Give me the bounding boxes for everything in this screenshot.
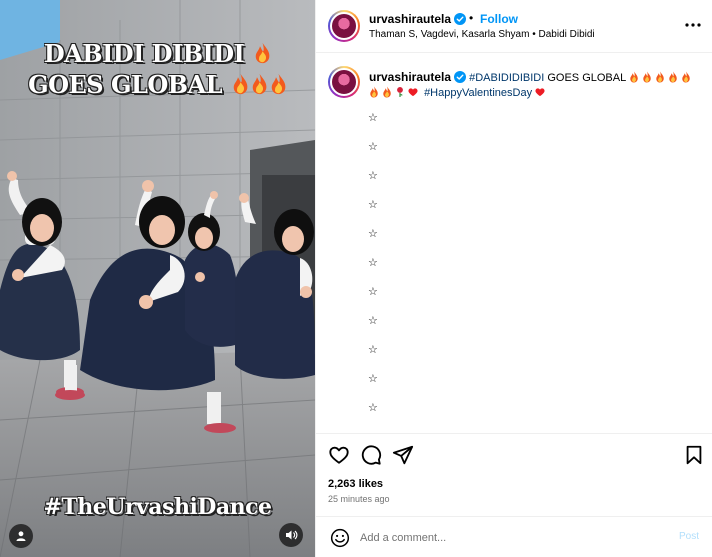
post-caption: urvashirautela #DABIDIDIBIDI GOES GLOBAL… <box>316 53 712 433</box>
overlay-title-text-2: GOES GLOBAL <box>28 70 223 99</box>
fire-emoji-icon <box>655 71 665 83</box>
fire-emoji-icon <box>251 73 268 95</box>
fire-emoji-icon <box>369 86 379 98</box>
fire-emoji-icon <box>232 73 249 95</box>
video-overlay-hashtag: #TheUrvashiDance <box>43 494 272 520</box>
caption-text: urvashirautela #DABIDIDIBIDI GOES GLOBAL… <box>369 70 699 101</box>
verified-badge-icon <box>454 13 466 25</box>
fire-emoji-icon <box>629 71 639 83</box>
header-separator: • <box>469 11 474 25</box>
caption-star: ☆ <box>368 199 378 211</box>
user-tag-button[interactable] <box>9 524 33 548</box>
sound-icon <box>285 530 297 540</box>
post-timestamp[interactable]: 25 minutes ago <box>328 494 390 504</box>
share-icon[interactable] <box>392 444 414 466</box>
save-icon[interactable] <box>683 444 705 466</box>
hashtag-dabididibidi[interactable]: #DABIDIDIBIDI <box>469 72 544 84</box>
post-media[interactable]: DABIDI DIBIDI GOES GLOBAL #TheUrvashiDan… <box>0 0 315 557</box>
caption-star: ☆ <box>368 257 378 269</box>
author-username-link[interactable]: urvashirautela <box>369 12 466 26</box>
caption-star: ☆ <box>368 402 378 414</box>
caption-username[interactable]: urvashirautela <box>369 70 451 84</box>
comment-icon[interactable] <box>360 444 382 466</box>
audio-credit-link[interactable]: Thaman S, Vagdevi, Kasarla Shyam • Dabid… <box>369 29 595 40</box>
video-overlay-title-line2: GOES GLOBAL <box>0 71 315 99</box>
author-username[interactable]: urvashirautela <box>369 12 451 26</box>
verified-badge-icon <box>454 71 466 83</box>
fire-emoji-icon <box>254 42 271 64</box>
more-options-icon[interactable] <box>684 15 702 35</box>
follow-button[interactable]: Follow <box>480 12 518 26</box>
caption-author-avatar[interactable] <box>328 66 360 98</box>
video-overlay-title-line1: DABIDI DIBIDI <box>0 40 315 68</box>
caption-star: ☆ <box>368 373 378 385</box>
like-count[interactable]: 2,263 likes <box>328 478 383 490</box>
fire-emoji-icon <box>681 71 691 83</box>
caption-star: ☆ <box>368 344 378 356</box>
comment-input[interactable] <box>360 528 660 548</box>
caption-star: ☆ <box>368 112 378 124</box>
author-avatar[interactable] <box>328 10 360 42</box>
fire-emoji-icon <box>382 86 392 98</box>
like-icon[interactable] <box>328 444 350 466</box>
emoji-icon[interactable] <box>330 528 350 548</box>
caption-star: ☆ <box>368 286 378 298</box>
post-header: urvashirautela • Follow Thaman S, Vagdev… <box>316 0 712 53</box>
comment-bar: Post <box>316 516 712 557</box>
overlay-title-text-1: DABIDI DIBIDI <box>43 39 245 68</box>
hashtag-happyvalentinesday[interactable]: #HappyValentinesDay <box>424 87 532 99</box>
post-details-panel: urvashirautela • Follow Thaman S, Vagdev… <box>315 0 712 557</box>
user-tag-icon <box>16 531 26 541</box>
heart-emoji-icon <box>408 88 418 97</box>
fire-emoji-icon <box>270 73 287 95</box>
post-comment-button[interactable]: Post <box>679 531 699 542</box>
fire-emoji-icon <box>642 71 652 83</box>
rose-emoji-icon <box>397 87 403 97</box>
caption-star: ☆ <box>368 228 378 240</box>
caption-star: ☆ <box>368 315 378 327</box>
caption-star: ☆ <box>368 141 378 153</box>
heart-emoji-icon <box>535 88 545 97</box>
audio-toggle-button[interactable] <box>279 523 303 547</box>
fire-emoji-icon <box>668 71 678 83</box>
caption-main-text: GOES GLOBAL <box>544 72 629 84</box>
caption-star: ☆ <box>368 170 378 182</box>
